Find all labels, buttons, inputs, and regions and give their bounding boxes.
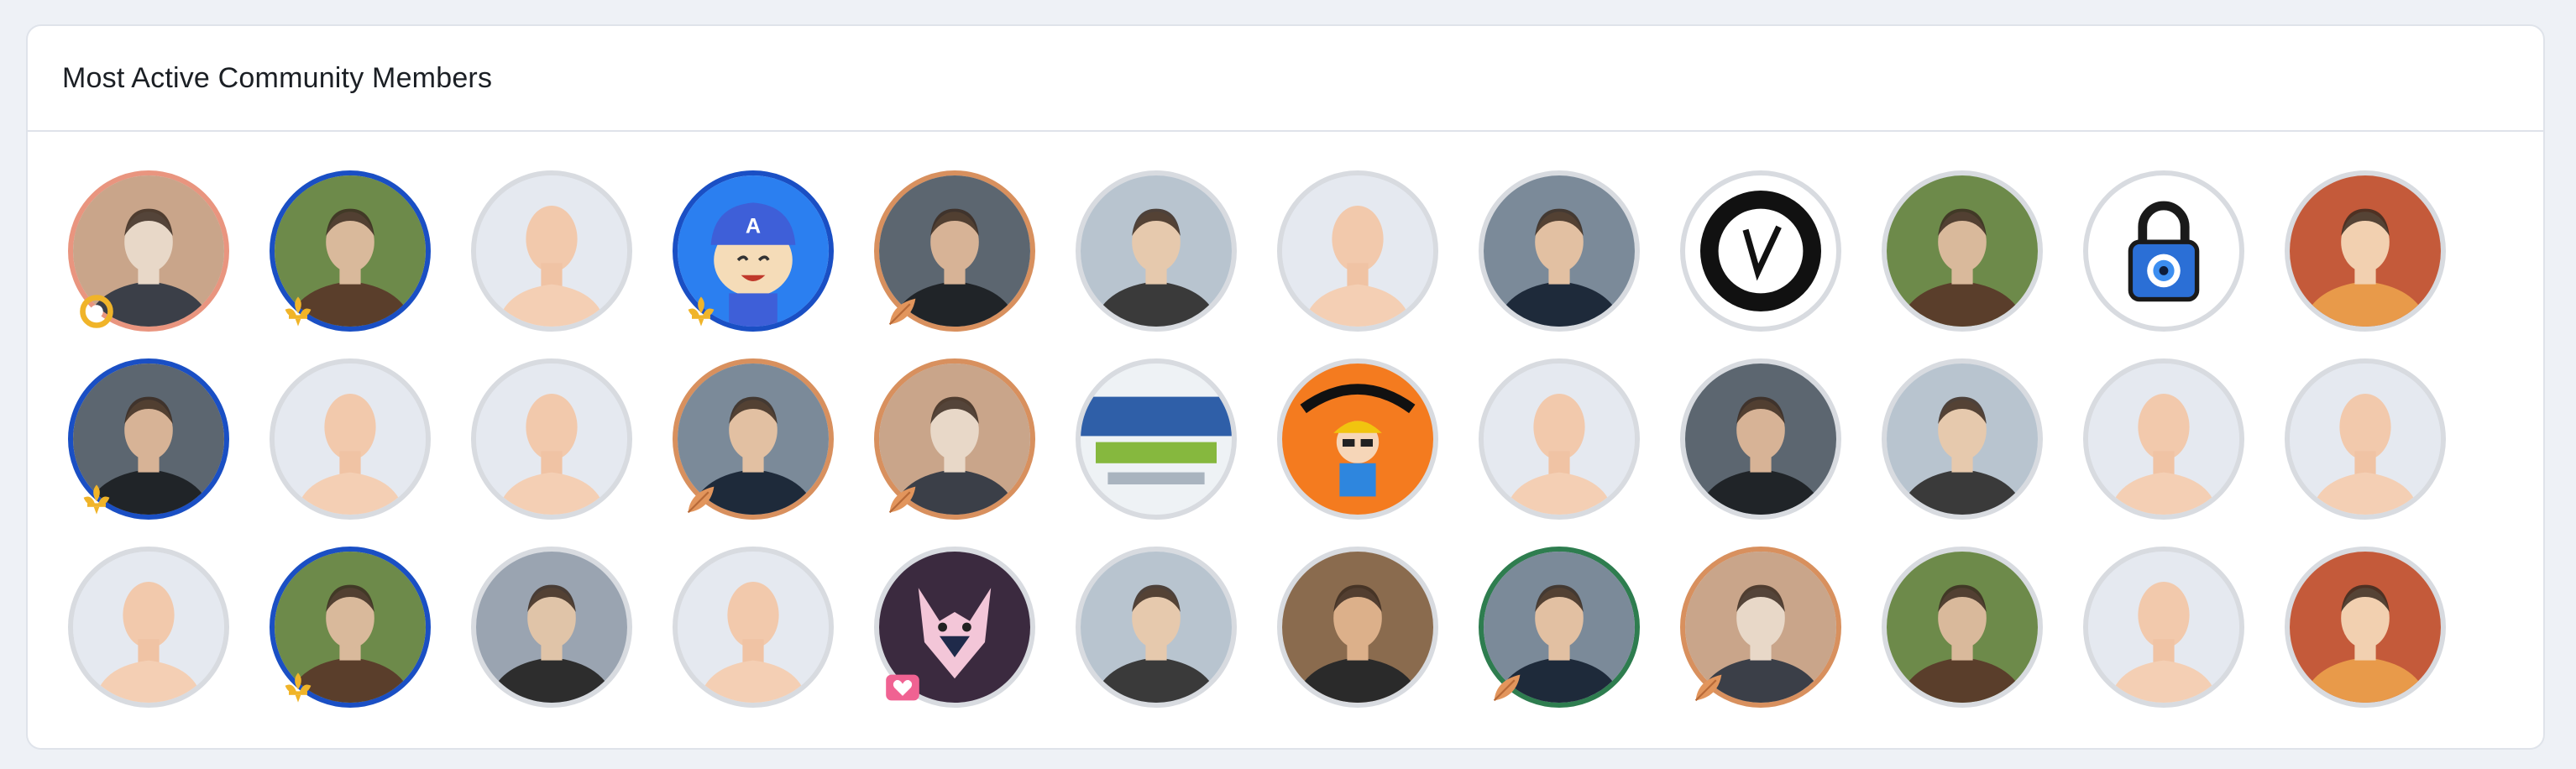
card-header: Most Active Community Members [28,26,2543,132]
fleur-de-lis-badge-icon [280,293,317,330]
member-avatar-link[interactable] [2285,547,2446,708]
member-avatar-link[interactable] [2083,358,2244,520]
member-avatar-link[interactable] [1680,547,1841,708]
placeholder-avatar-icon [68,547,229,708]
placeholder-avatar-icon [1479,358,1640,520]
member-avatar-link[interactable] [68,358,229,520]
member-avatar-link[interactable] [2083,170,2244,332]
member-avatar-link[interactable] [68,170,229,332]
gold-ring-badge-icon [78,293,115,330]
members-grid: A [68,170,2446,708]
member-avatar-image [1882,358,2043,520]
padlock-avatar-icon [2083,170,2244,332]
member-avatar-image [1076,547,1237,708]
member-avatar-image [2285,170,2446,332]
member-avatar-image [1680,170,1841,332]
member-avatar-image [1479,170,1640,332]
fleur-de-lis-badge-icon [683,293,720,330]
member-avatar-image [1076,170,1237,332]
member-avatar-image [1277,358,1438,520]
leaf-badge-icon [884,293,921,330]
placeholder-avatar-icon [471,170,632,332]
member-avatar-link[interactable] [1882,358,2043,520]
member-avatar-link[interactable] [2285,358,2446,520]
member-avatar-link[interactable] [471,358,632,520]
community-members-card: Most Active Community Members A [26,24,2545,750]
section-title: Most Active Community Members [62,61,493,94]
fleur-de-lis-badge-icon [78,481,115,518]
member-avatar-link[interactable] [1076,358,1237,520]
svg-text:A: A [746,214,761,238]
member-avatar-link[interactable] [1479,358,1640,520]
member-avatar-link[interactable]: A [673,170,834,332]
member-avatar-link[interactable] [2285,170,2446,332]
placeholder-avatar-icon [673,547,834,708]
placeholder-avatar-icon [270,358,431,520]
placeholder-avatar-icon [2083,547,2244,708]
member-avatar-link[interactable] [673,547,834,708]
placeholder-avatar-icon [1277,170,1438,332]
member-avatar-image [1277,547,1438,708]
member-avatar-link[interactable] [270,358,431,520]
member-avatar-link[interactable] [270,170,431,332]
member-avatar-link[interactable] [1076,547,1237,708]
member-avatar-image [2285,547,2446,708]
member-avatar-link[interactable] [1277,547,1438,708]
member-avatar-link[interactable] [2083,547,2244,708]
placeholder-avatar-icon [2285,358,2446,520]
member-avatar-link[interactable] [1076,170,1237,332]
member-avatar-link[interactable] [874,547,1035,708]
member-avatar-link[interactable] [1479,547,1640,708]
member-avatar-link[interactable] [1479,170,1640,332]
member-avatar-link[interactable] [874,358,1035,520]
member-avatar-link[interactable] [1882,170,2043,332]
member-avatar-image [471,547,632,708]
member-avatar-link[interactable] [1277,358,1438,520]
member-avatar-link[interactable] [1680,170,1841,332]
member-avatar-link[interactable] [471,547,632,708]
placeholder-avatar-icon [471,358,632,520]
member-avatar-image [1076,358,1237,520]
member-avatar-link[interactable] [1680,358,1841,520]
member-avatar-link[interactable] [68,547,229,708]
leaf-badge-icon [1690,669,1727,706]
heart-badge-icon [884,669,921,706]
member-avatar-image [1882,547,2043,708]
member-avatar-link[interactable] [874,170,1035,332]
placeholder-avatar-icon [2083,358,2244,520]
leaf-badge-icon [1489,669,1526,706]
member-avatar-image [1680,358,1841,520]
fleur-de-lis-badge-icon [280,669,317,706]
member-avatar-link[interactable] [471,170,632,332]
member-avatar-link[interactable] [673,358,834,520]
member-avatar-link[interactable] [1882,547,2043,708]
member-avatar-link[interactable] [270,547,431,708]
leaf-badge-icon [884,481,921,518]
member-avatar-image [1882,170,2043,332]
member-avatar-link[interactable] [1277,170,1438,332]
leaf-badge-icon [683,481,720,518]
